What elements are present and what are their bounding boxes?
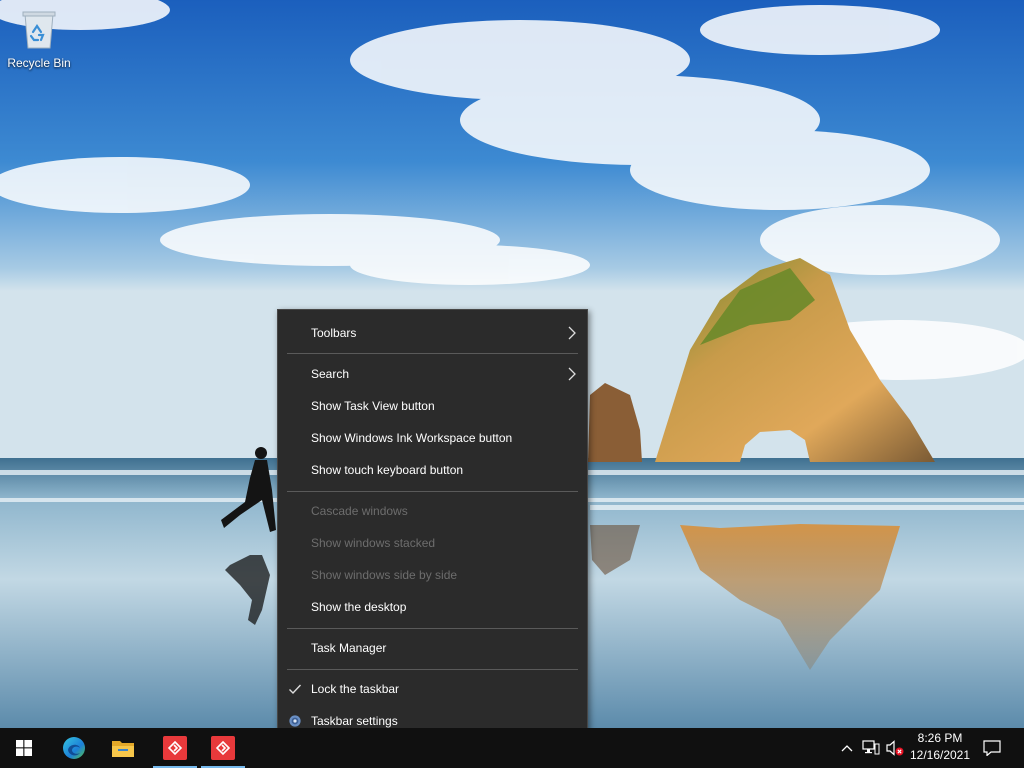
menu-item-search[interactable]: Search [278,358,587,390]
clock-date: 12/16/2021 [909,748,971,762]
recycle-bin-shortcut[interactable]: Recycle Bin [4,8,74,78]
menu-item-label: Taskbar settings [311,714,398,728]
edge-icon [63,737,85,759]
volume-muted-icon [886,740,904,756]
taskbar-app-file-explorer[interactable] [99,728,147,768]
show-hidden-icons-button[interactable] [837,728,857,768]
menu-item-label: Search [311,367,350,381]
menu-item-show-the-desktop[interactable]: Show the desktop [278,591,587,623]
chevron-right-icon [568,367,576,381]
menu-item-label: Show touch keyboard button [311,463,464,477]
recycle-bin-icon [22,11,56,49]
menu-item-label: Lock the taskbar [311,682,400,696]
menu-item-cascade-windows: Cascade windows [278,495,587,527]
menu-item-label: Show Windows Ink Workspace button [311,431,513,445]
taskbar-app-1[interactable] [151,728,199,768]
red-app-icon [163,736,187,760]
taskbar-app-edge[interactable] [50,728,98,768]
network-icon [862,740,880,755]
clock-time: 8:26 PM [917,731,963,745]
menu-item-label: Show Task View button [311,399,435,413]
start-button[interactable] [0,728,48,768]
menu-separator [287,628,578,629]
menu-item-label: Show the desktop [311,600,407,614]
network-button[interactable] [860,728,882,768]
volume-button[interactable] [884,728,906,768]
recycle-bin-label: Recycle Bin [7,56,71,70]
menu-separator [287,491,578,492]
menu-item-show-windows-ink-workspace-button[interactable]: Show Windows Ink Workspace button [278,422,587,454]
menu-item-label: Show windows side by side [311,568,458,582]
menu-item-show-windows-stacked: Show windows stacked [278,527,587,559]
chevron-right-icon [568,326,576,340]
taskbar[interactable]: 8:26 PM 12/16/2021 [0,728,1024,768]
taskbar-context-menu: Toolbars Search Show Task View button Sh… [277,309,588,745]
menu-item-lock-the-taskbar[interactable]: Lock the taskbar [278,673,587,705]
gear-icon [289,715,301,727]
menu-item-label: Show windows stacked [311,536,436,550]
menu-item-show-task-view-button[interactable]: Show Task View button [278,390,587,422]
menu-item-show-windows-side-by-side: Show windows side by side [278,559,587,591]
check-icon [289,684,302,695]
menu-item-toolbars[interactable]: Toolbars [278,317,587,349]
clock[interactable]: 8:26 PM 12/16/2021 [904,730,976,766]
menu-item-label: Task Manager [311,641,387,655]
notification-icon [983,740,1001,756]
chevron-up-icon [841,745,853,752]
action-center-button[interactable] [978,728,1006,768]
red-app-icon [211,736,235,760]
menu-separator [287,669,578,670]
taskbar-app-2[interactable] [199,728,247,768]
menu-item-task-manager[interactable]: Task Manager [278,632,587,664]
windows-logo-icon [16,740,32,756]
menu-item-label: Toolbars [311,326,357,340]
menu-separator [287,353,578,354]
menu-item-show-touch-keyboard-button[interactable]: Show touch keyboard button [278,454,587,486]
menu-item-label: Cascade windows [311,504,408,518]
folder-icon [112,741,134,757]
